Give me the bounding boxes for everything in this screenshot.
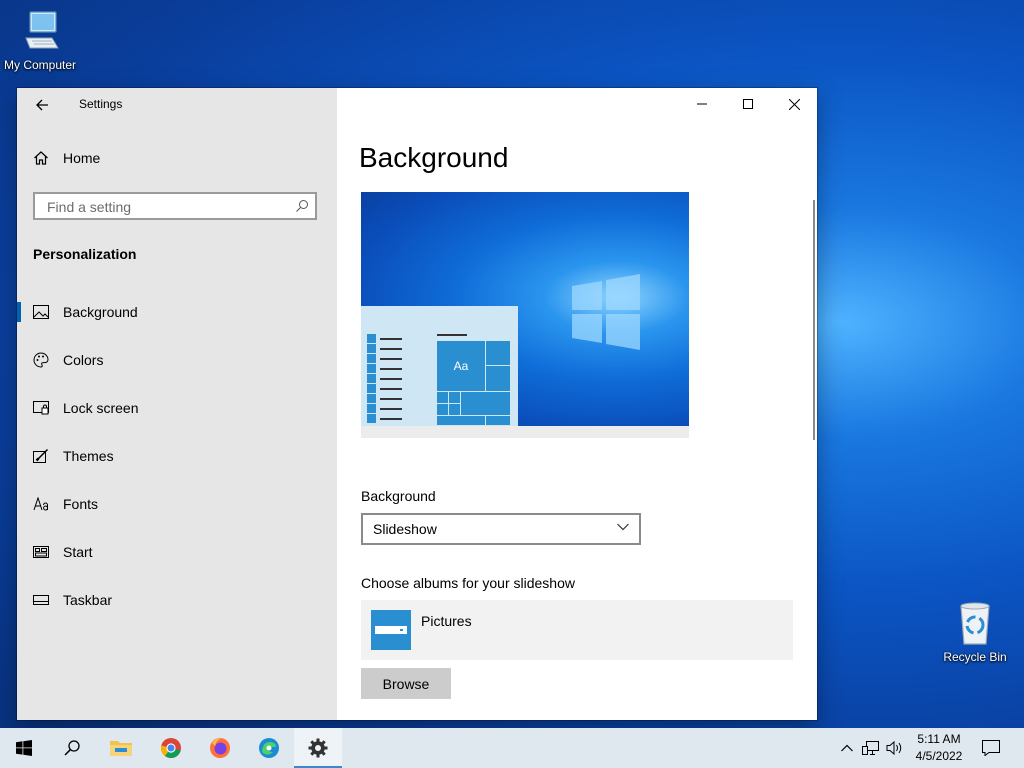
home-label: Home xyxy=(63,150,101,166)
taskbar-edge[interactable] xyxy=(245,728,293,768)
background-type-dropdown[interactable]: Slideshow xyxy=(361,513,641,545)
notification-icon xyxy=(982,740,1000,756)
preview-wallpaper: Aa xyxy=(361,192,689,426)
sidebar-item-background[interactable]: Background xyxy=(17,288,337,336)
windows-logo-icon xyxy=(16,740,32,756)
sidebar: Settings Home Personalization Background xyxy=(17,88,337,720)
folder-icon xyxy=(110,741,132,756)
close-button[interactable] xyxy=(771,88,817,120)
sidebar-item-start[interactable]: Start xyxy=(17,528,337,576)
background-preview: Aa xyxy=(361,192,689,438)
taskbar-chrome[interactable] xyxy=(147,728,195,768)
start-icon xyxy=(33,544,49,560)
back-arrow-icon xyxy=(36,99,48,111)
firefox-icon xyxy=(210,738,230,758)
image-icon xyxy=(33,304,49,320)
recycle-bin-desktop-icon[interactable]: Recycle Bin xyxy=(935,600,1015,664)
my-computer-label: My Computer xyxy=(3,58,77,72)
search-input[interactable] xyxy=(45,198,289,216)
sidebar-item-label: Themes xyxy=(63,448,114,464)
taskbar-file-explorer[interactable] xyxy=(97,728,145,768)
sidebar-item-label: Start xyxy=(63,544,93,560)
scrollbar[interactable] xyxy=(813,200,815,440)
windows-logo-glow xyxy=(572,274,640,350)
page-title: Background xyxy=(359,142,509,173)
clock-time: 5:11 AM xyxy=(917,732,961,746)
start-button[interactable] xyxy=(0,728,48,768)
window-title: Settings xyxy=(79,97,123,111)
taskbar-firefox[interactable] xyxy=(196,728,244,768)
chevron-up-icon xyxy=(841,744,853,752)
sidebar-item-taskbar[interactable]: Taskbar xyxy=(17,576,337,624)
lock-screen-icon xyxy=(33,400,49,416)
sidebar-nav: Background Colors Lock screen Themes Fon… xyxy=(17,288,337,624)
volume-button[interactable] xyxy=(884,728,906,768)
network-status-button[interactable] xyxy=(860,728,882,768)
main-content: Background Aa Background Slideshow Choos… xyxy=(337,88,817,720)
sidebar-item-lock-screen[interactable]: Lock screen xyxy=(17,384,337,432)
brush-icon xyxy=(33,448,49,464)
album-pictures[interactable]: Pictures xyxy=(361,600,793,660)
sidebar-item-label: Background xyxy=(63,304,138,320)
section-heading: Personalization xyxy=(33,246,137,262)
browse-button[interactable]: Browse xyxy=(361,668,451,699)
home-icon xyxy=(34,151,48,165)
edge-icon xyxy=(259,738,279,758)
taskbar-icon xyxy=(33,592,49,608)
maximize-button[interactable] xyxy=(725,88,771,120)
minimize-icon xyxy=(697,103,707,105)
preview-tile-aa: Aa xyxy=(436,340,486,392)
background-field-label: Background xyxy=(361,488,436,504)
dropdown-value: Slideshow xyxy=(373,521,437,537)
font-icon xyxy=(33,496,49,512)
sidebar-item-themes[interactable]: Themes xyxy=(17,432,337,480)
chrome-icon xyxy=(160,738,181,759)
sidebar-item-label: Fonts xyxy=(63,496,99,512)
clock[interactable]: 5:11 AM 4/5/2022 xyxy=(906,731,972,765)
preview-start-menu: Aa xyxy=(361,306,518,426)
albums-label: Choose albums for your slideshow xyxy=(361,575,575,591)
action-center-button[interactable] xyxy=(978,728,1004,768)
sidebar-item-label: Taskbar xyxy=(63,592,113,608)
album-name: Pictures xyxy=(421,613,472,629)
sidebar-item-colors[interactable]: Colors xyxy=(17,336,337,384)
gear-icon xyxy=(308,738,328,758)
sidebar-item-label: Colors xyxy=(63,352,104,368)
sidebar-item-label: Lock screen xyxy=(63,400,139,416)
sidebar-item-fonts[interactable]: Fonts xyxy=(17,480,337,528)
home-nav[interactable]: Home xyxy=(33,150,100,166)
chevron-down-icon xyxy=(617,523,629,531)
recycle-bin-label: Recycle Bin xyxy=(943,650,1007,664)
taskbar: 5:11 AM 4/5/2022 xyxy=(0,728,1024,768)
close-icon xyxy=(788,98,800,110)
computer-icon xyxy=(25,11,59,49)
taskbar-settings[interactable] xyxy=(294,728,342,768)
search-icon xyxy=(296,200,308,212)
show-hidden-icons-button[interactable] xyxy=(836,728,858,768)
speaker-icon xyxy=(886,740,902,756)
minimize-button[interactable] xyxy=(679,88,725,120)
recycle-bin-icon xyxy=(960,602,990,645)
back-button[interactable] xyxy=(31,94,53,116)
network-icon xyxy=(862,741,879,755)
taskbar-search-button[interactable] xyxy=(48,728,96,768)
search-icon xyxy=(64,740,80,756)
palette-icon xyxy=(33,352,49,368)
folder-icon xyxy=(371,610,411,650)
clock-date: 4/5/2022 xyxy=(915,749,963,763)
settings-window: Settings Home Personalization Background xyxy=(17,88,817,720)
maximize-icon xyxy=(743,99,753,109)
find-setting-search[interactable] xyxy=(33,192,317,220)
my-computer-desktop-icon[interactable]: My Computer xyxy=(0,8,80,72)
